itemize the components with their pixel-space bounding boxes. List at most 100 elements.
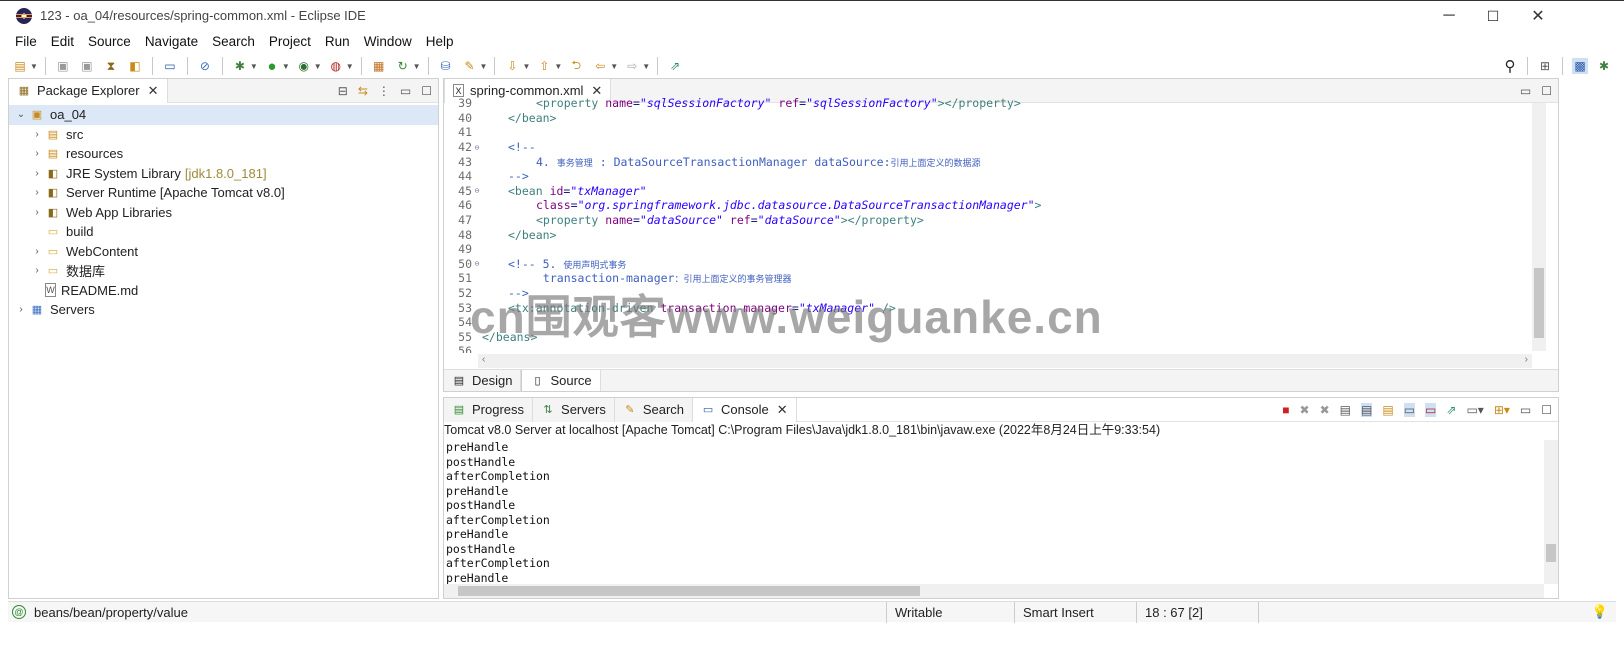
last-edit-location-icon[interactable]: ⮌ bbox=[568, 58, 584, 74]
open-type-icon[interactable]: ⧗ bbox=[103, 58, 119, 74]
open-resource-icon[interactable]: ◧ bbox=[127, 58, 143, 74]
display-selected-console-icon[interactable]: ▭▾ bbox=[1466, 403, 1483, 417]
chevron-right-icon[interactable]: › bbox=[31, 129, 43, 140]
coverage-dropdown-icon[interactable]: ▼ bbox=[314, 62, 322, 71]
menu-navigate[interactable]: Navigate bbox=[138, 34, 205, 49]
tree-item[interactable]: › ▦ Servers bbox=[9, 300, 438, 320]
menu-run[interactable]: Run bbox=[318, 34, 357, 49]
show-on-stdout-icon[interactable]: ▭ bbox=[1403, 403, 1416, 417]
console-icon[interactable]: ▭ bbox=[162, 58, 178, 74]
menu-project[interactable]: Project bbox=[262, 34, 318, 49]
scrollbar-thumb[interactable] bbox=[1546, 544, 1556, 562]
back-icon[interactable]: ⇦ bbox=[592, 58, 608, 74]
console-horizontal-scrollbar[interactable] bbox=[444, 584, 1544, 598]
maximize-view-icon[interactable]: ☐ bbox=[1541, 403, 1552, 417]
menu-source[interactable]: Source bbox=[81, 34, 138, 49]
pin-console-icon[interactable]: ⇗ bbox=[1446, 403, 1456, 417]
debug-icon[interactable]: ✱ bbox=[232, 58, 248, 74]
minimize-view-icon[interactable]: ▭ bbox=[1520, 403, 1531, 417]
refresh-icon[interactable]: ↻ bbox=[395, 58, 411, 74]
scroll-lock-icon[interactable]: ▤ bbox=[1361, 403, 1373, 417]
xml-source-editor[interactable]: 39 <property name="sqlSessionFactory" ref… bbox=[444, 96, 1530, 353]
forward-icon[interactable]: ⇨ bbox=[624, 58, 640, 74]
open-task-icon[interactable]: ⛁ bbox=[438, 58, 454, 74]
chevron-down-icon[interactable]: ⌄ bbox=[15, 109, 27, 120]
collapse-all-icon[interactable]: ⊟ bbox=[338, 84, 348, 98]
open-perspective-icon[interactable]: ⊞ bbox=[1537, 58, 1553, 74]
tree-item[interactable]: › ▭ 数据库 bbox=[9, 261, 438, 281]
word-wrap-icon[interactable]: ▤ bbox=[1382, 403, 1393, 417]
chevron-right-icon[interactable]: › bbox=[31, 148, 43, 159]
back-dropdown-icon[interactable]: ▼ bbox=[610, 62, 618, 71]
previous-annotation-icon[interactable]: ⇧ bbox=[536, 58, 552, 74]
coverage-icon[interactable]: ◉ bbox=[296, 58, 312, 74]
tab-search[interactable]: ✎ Search bbox=[614, 397, 694, 422]
external-tools-dropdown-icon[interactable]: ▼ bbox=[346, 62, 354, 71]
chevron-right-icon[interactable]: › bbox=[15, 304, 27, 315]
chevron-right-icon[interactable]: › bbox=[31, 246, 43, 257]
tab-source[interactable]: ▯ Source bbox=[521, 370, 601, 391]
fold-icon[interactable]: ⊖ bbox=[472, 186, 482, 195]
tree-item[interactable]: ▭ build bbox=[9, 222, 438, 242]
chevron-right-icon[interactable]: › bbox=[31, 187, 43, 198]
search-icon[interactable]: ⚲ bbox=[1502, 58, 1518, 75]
minimize-button[interactable]: ─ bbox=[1426, 1, 1472, 31]
tree-item[interactable]: › ▤ resources bbox=[9, 144, 438, 164]
terminate-icon[interactable]: ■ bbox=[1282, 403, 1289, 417]
new-icon[interactable]: ▤ bbox=[12, 58, 28, 74]
close-window-button[interactable]: ✕ bbox=[1515, 1, 1561, 31]
debug-dropdown-icon[interactable]: ▼ bbox=[250, 62, 258, 71]
run-dropdown-icon[interactable]: ▼ bbox=[282, 62, 290, 71]
link-with-editor-icon[interactable]: ⇆ bbox=[358, 84, 368, 98]
save-all-icon[interactable]: ▣ bbox=[79, 58, 95, 74]
tree-item[interactable]: ⌄ ▣ oa_04 bbox=[9, 105, 438, 125]
new-dropdown-icon[interactable]: ▼ bbox=[30, 62, 38, 71]
fold-icon[interactable]: ⊖ bbox=[472, 259, 482, 268]
maximize-button[interactable]: ☐ bbox=[1470, 1, 1516, 31]
chevron-right-icon[interactable]: › bbox=[31, 207, 43, 218]
tab-console[interactable]: ▭ Console ✕ bbox=[693, 397, 797, 422]
tab-servers[interactable]: ⇅ Servers bbox=[533, 397, 615, 422]
new-server-icon[interactable]: ▦ bbox=[371, 58, 387, 74]
skip-breakpoints-icon[interactable]: ⊘ bbox=[197, 58, 213, 74]
tree-item[interactable]: › ▤ src bbox=[9, 125, 438, 145]
debug-perspective-icon[interactable]: ✱ bbox=[1596, 58, 1612, 74]
menu-help[interactable]: Help bbox=[419, 34, 461, 49]
next-annotation-icon[interactable]: ⇩ bbox=[504, 58, 520, 74]
menu-search[interactable]: Search bbox=[205, 34, 262, 49]
scrollbar-thumb[interactable] bbox=[1534, 268, 1544, 338]
tab-progress[interactable]: ▤ Progress bbox=[444, 397, 534, 422]
tree-item[interactable]: › ◧ JRE System Library [jdk1.8.0_181] bbox=[9, 164, 438, 184]
chevron-right-icon[interactable]: › bbox=[31, 168, 43, 179]
open-console-icon[interactable]: ⊞▾ bbox=[1494, 403, 1510, 417]
previous-annotation-dropdown-icon[interactable]: ▼ bbox=[554, 62, 562, 71]
editor-vertical-scrollbar[interactable] bbox=[1532, 103, 1546, 351]
search-tool-dropdown-icon[interactable]: ▼ bbox=[480, 62, 488, 71]
fold-icon[interactable]: ⊖ bbox=[472, 143, 482, 152]
tree-item[interactable]: W README.md bbox=[9, 281, 438, 301]
maximize-view-icon[interactable]: ☐ bbox=[1541, 84, 1552, 98]
scroll-left-icon[interactable]: ‹ bbox=[482, 354, 485, 365]
forward-dropdown-icon[interactable]: ▼ bbox=[642, 62, 650, 71]
menu-edit[interactable]: Edit bbox=[44, 34, 81, 49]
chevron-right-icon[interactable]: › bbox=[31, 265, 43, 276]
console-vertical-scrollbar[interactable] bbox=[1544, 440, 1558, 584]
next-annotation-dropdown-icon[interactable]: ▼ bbox=[522, 62, 530, 71]
remove-all-terminated-icon[interactable]: ✖ bbox=[1320, 403, 1330, 417]
save-icon[interactable]: ▣ bbox=[55, 58, 71, 74]
show-on-stderr-icon[interactable]: ▭ bbox=[1425, 403, 1437, 417]
minimize-view-icon[interactable]: ▭ bbox=[400, 84, 411, 98]
menu-file[interactable]: File bbox=[8, 34, 44, 49]
search-tool-icon[interactable]: ✎ bbox=[462, 58, 478, 74]
tab-design[interactable]: ▤ Design bbox=[444, 370, 522, 391]
maximize-view-icon[interactable]: ☐ bbox=[421, 84, 432, 98]
clear-console-icon[interactable]: ▤ bbox=[1340, 403, 1351, 417]
run-icon[interactable]: ● bbox=[264, 58, 280, 75]
remove-launch-icon[interactable]: ✖ bbox=[1300, 403, 1310, 417]
console-output[interactable]: preHandle postHandle afterCompletion preHan… bbox=[444, 440, 1542, 584]
close-icon[interactable]: ✕ bbox=[777, 402, 788, 418]
close-icon[interactable]: ✕ bbox=[148, 83, 159, 99]
editor-horizontal-scrollbar[interactable]: ‹ › bbox=[478, 354, 1532, 368]
menu-window[interactable]: Window bbox=[357, 34, 419, 49]
tab-package-explorer[interactable]: ▦ Package Explorer ✕ bbox=[9, 78, 168, 103]
